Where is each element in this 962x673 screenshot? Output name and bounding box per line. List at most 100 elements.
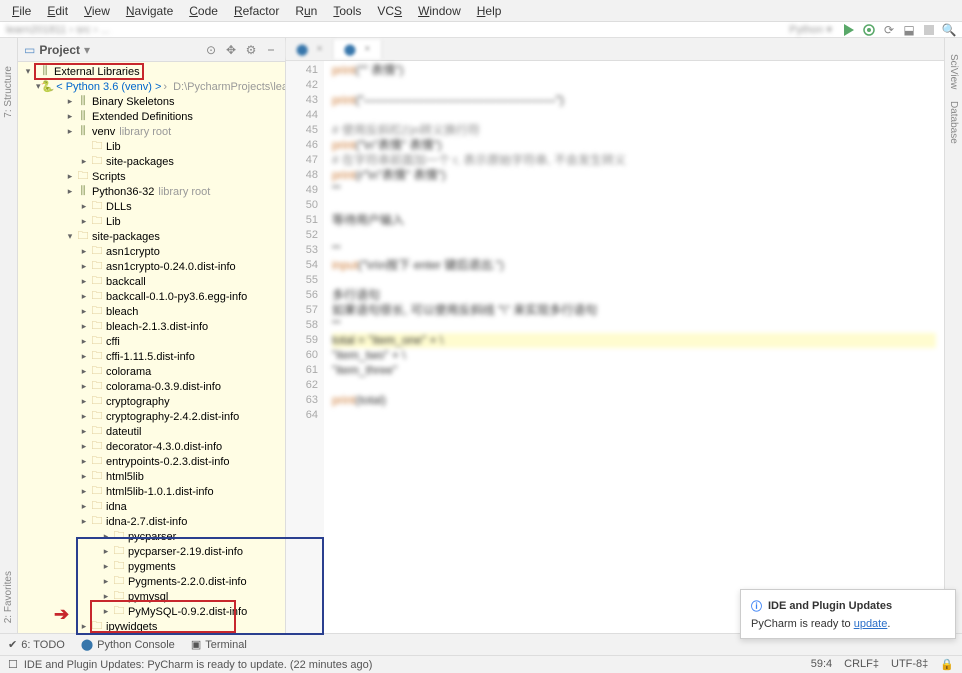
- tree-arrow[interactable]: ▸: [78, 261, 90, 272]
- sidetab-database[interactable]: Database: [948, 101, 959, 144]
- tree-arrow[interactable]: ▸: [100, 606, 112, 617]
- profile-icon[interactable]: ⬓: [902, 23, 916, 37]
- menu-file[interactable]: File: [4, 2, 39, 20]
- tree-arrow[interactable]: ▸: [78, 411, 90, 422]
- package-node[interactable]: bleach: [106, 306, 138, 318]
- package-node[interactable]: html5lib: [106, 471, 144, 483]
- tree-arrow[interactable]: ▸: [78, 366, 90, 377]
- menu-run[interactable]: Run: [287, 2, 325, 20]
- tree-arrow[interactable]: ▸: [78, 381, 90, 392]
- project-tree[interactable]: ▾ ⫼ External Libraries ▾ 🐍 < Python 3.6 …: [18, 62, 285, 633]
- tree-arrow[interactable]: ▸: [78, 621, 90, 632]
- package-node[interactable]: backcall: [106, 276, 146, 288]
- tab-python-console[interactable]: ⬤Python Console: [81, 638, 175, 651]
- tree-arrow[interactable]: ▸: [100, 531, 112, 542]
- tree-arrow[interactable]: ▸: [78, 216, 90, 227]
- menu-window[interactable]: Window: [410, 2, 469, 20]
- editor-tab-2[interactable]: ⬤×: [334, 40, 382, 59]
- sidetab-favorites[interactable]: 2: Favorites: [3, 571, 14, 623]
- tree-arrow[interactable]: ▸: [78, 201, 90, 212]
- editor-tab-1[interactable]: ⬤×: [286, 40, 334, 59]
- package-node[interactable]: bleach-2.1.3.dist-info: [106, 321, 208, 333]
- tree-arrow[interactable]: ▸: [64, 126, 76, 137]
- tree-item-label[interactable]: venv: [92, 126, 115, 138]
- package-node[interactable]: asn1crypto: [106, 246, 160, 258]
- tree-item-label[interactable]: Lib: [106, 216, 121, 228]
- tree-arrow[interactable]: ▾: [64, 231, 76, 242]
- lock-icon[interactable]: 🔒: [940, 658, 954, 671]
- tree-arrow[interactable]: ▸: [78, 291, 90, 302]
- expand-icon[interactable]: ✥: [223, 42, 239, 58]
- tree-item-label[interactable]: Lib: [106, 141, 121, 153]
- tree-arrow[interactable]: ▸: [78, 441, 90, 452]
- tree-arrow[interactable]: ▸: [100, 561, 112, 572]
- package-node[interactable]: ipywidgets: [106, 621, 157, 633]
- package-node[interactable]: cffi-1.11.5.dist-info: [106, 351, 195, 363]
- debug-icon[interactable]: [862, 23, 876, 37]
- site-packages-node[interactable]: site-packages: [92, 231, 160, 243]
- menu-help[interactable]: Help: [469, 2, 510, 20]
- sidetab-structure[interactable]: 7: Structure: [3, 66, 14, 118]
- tree-item-label[interactable]: DLLs: [106, 201, 132, 213]
- tree-arrow[interactable]: ▸: [78, 456, 90, 467]
- tree-arrow[interactable]: ▸: [78, 486, 90, 497]
- package-node[interactable]: dateutil: [106, 426, 141, 438]
- package-node[interactable]: idna: [106, 501, 127, 513]
- hide-icon[interactable]: ⎯: [263, 42, 279, 58]
- tree-arrow[interactable]: ▸: [100, 576, 112, 587]
- coverage-icon[interactable]: ⟳: [882, 23, 896, 37]
- package-node[interactable]: html5lib-1.0.1.dist-info: [106, 486, 214, 498]
- tree-arrow[interactable]: ▸: [78, 426, 90, 437]
- tree-arrow[interactable]: ▸: [78, 246, 90, 257]
- package-node[interactable]: decorator-4.3.0.dist-info: [106, 441, 222, 453]
- tree-arrow[interactable]: ▸: [78, 276, 90, 287]
- collapse-all-icon[interactable]: ⊙: [203, 42, 219, 58]
- package-node[interactable]: colorama: [106, 366, 151, 378]
- tree-arrow[interactable]: ▸: [78, 156, 90, 167]
- tree-arrow[interactable]: ▸: [78, 351, 90, 362]
- menu-code[interactable]: Code: [181, 2, 226, 20]
- tree-arrow[interactable]: ▸: [78, 501, 90, 512]
- menu-tools[interactable]: Tools: [325, 2, 369, 20]
- tree-arrow[interactable]: ▸: [100, 546, 112, 557]
- gear-icon[interactable]: ⚙: [243, 42, 259, 58]
- tree-arrow[interactable]: ▸: [64, 171, 76, 182]
- package-node[interactable]: entrypoints-0.2.3.dist-info: [106, 456, 230, 468]
- tree-arrow[interactable]: ▸: [64, 96, 76, 107]
- tree-item-label[interactable]: Python36-32: [92, 186, 154, 198]
- search-icon[interactable]: 🔍: [942, 23, 956, 37]
- menu-edit[interactable]: Edit: [39, 2, 76, 20]
- menu-vcs[interactable]: VCS: [369, 2, 410, 20]
- file-encoding[interactable]: UTF-8‡: [891, 658, 928, 671]
- tree-arrow[interactable]: ▸: [64, 111, 76, 122]
- external-libraries-node[interactable]: External Libraries: [54, 66, 140, 78]
- line-separator[interactable]: CRLF‡: [844, 658, 879, 671]
- package-node[interactable]: cryptography-2.4.2.dist-info: [106, 411, 239, 423]
- package-node[interactable]: cffi: [106, 336, 120, 348]
- tab-terminal[interactable]: ▣Terminal: [191, 638, 247, 651]
- tree-arrow[interactable]: ▾: [22, 66, 34, 77]
- package-node[interactable]: PyMySQL-0.9.2.dist-info: [128, 606, 247, 618]
- close-icon[interactable]: ×: [364, 43, 370, 55]
- code-content[interactable]: print("" 表情")print("————————————————")# …: [324, 61, 944, 633]
- tree-arrow[interactable]: ▸: [78, 321, 90, 332]
- stop-icon[interactable]: [922, 23, 936, 37]
- package-node[interactable]: pymysql: [128, 591, 168, 603]
- update-link[interactable]: update: [854, 618, 888, 630]
- close-icon[interactable]: ×: [316, 43, 322, 55]
- python-env-node[interactable]: < Python 3.6 (venv) >: [56, 81, 161, 93]
- menu-refactor[interactable]: Refactor: [226, 2, 287, 20]
- tree-item-label[interactable]: Binary Skeletons: [92, 96, 175, 108]
- menu-navigate[interactable]: Navigate: [118, 2, 181, 20]
- tree-arrow[interactable]: ▸: [78, 516, 90, 527]
- package-node[interactable]: colorama-0.3.9.dist-info: [106, 381, 221, 393]
- tree-arrow[interactable]: ▸: [64, 186, 76, 197]
- run-icon[interactable]: [842, 23, 856, 37]
- tree-item-label[interactable]: Scripts: [92, 171, 126, 183]
- package-node[interactable]: asn1crypto-0.24.0.dist-info: [106, 261, 236, 273]
- project-panel-dropdown-icon[interactable]: ▾: [84, 43, 90, 57]
- package-node[interactable]: backcall-0.1.0-py3.6.egg-info: [106, 291, 247, 303]
- sidetab-sciview[interactable]: SciView: [948, 54, 959, 89]
- menu-view[interactable]: View: [76, 2, 118, 20]
- package-node[interactable]: pygments: [128, 561, 176, 573]
